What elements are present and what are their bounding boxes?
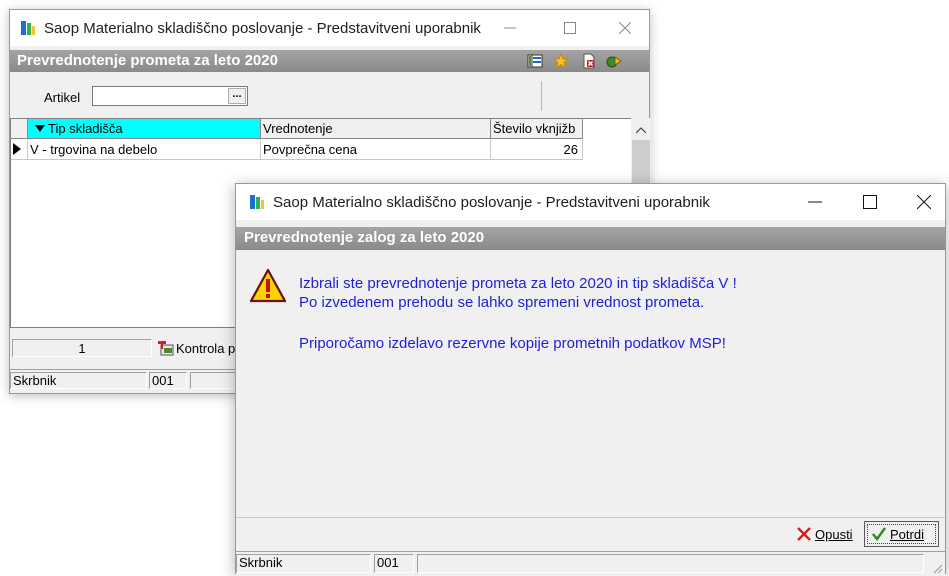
dialog-window-title: Saop Materialno skladiščno poslovanje - … — [273, 194, 710, 211]
toolbar-separator — [541, 81, 542, 111]
dialog-minimize-button[interactable] — [800, 184, 830, 220]
dialog-maximize-button[interactable] — [855, 184, 885, 220]
cell-tip-skladisca[interactable]: V - trgovina na debelo — [28, 140, 261, 160]
message-line-1: Izbrali ste prevrednotenje prometa za le… — [299, 275, 737, 292]
sort-arrow-icon — [35, 125, 45, 132]
column-header-vrednotenje[interactable]: Vrednotenje — [261, 119, 491, 139]
minimize-icon — [504, 27, 516, 29]
resize-grip-icon[interactable] — [931, 562, 943, 574]
maximize-icon — [863, 195, 877, 209]
delete-icon[interactable] — [581, 53, 597, 69]
minimize-icon — [808, 201, 822, 203]
maximize-button[interactable] — [555, 10, 585, 46]
status-user: Skrbnik — [10, 372, 147, 389]
title-bar[interactable]: Saop Materialno skladiščno poslovanje - … — [10, 10, 649, 46]
artikel-input[interactable] — [92, 86, 248, 106]
close-icon — [619, 22, 631, 34]
kontrola-button[interactable]: Kontrola p — [157, 338, 235, 358]
maximize-icon — [564, 22, 576, 34]
column-header-label: Tip skladišča — [48, 121, 123, 136]
column-header-tip-skladisca[interactable]: Tip skladišča — [28, 119, 261, 139]
dialog-status-bar: Skrbnik 001 — [236, 551, 945, 576]
message-line-2: Po izvedenem prehodu se lahko spremeni v… — [299, 294, 705, 311]
cancel-button[interactable]: Opusti — [793, 523, 856, 545]
dialog-title-bar[interactable]: Saop Materialno skladiščno poslovanje - … — [236, 184, 945, 220]
dialog-button-separator — [236, 517, 945, 518]
app-icon — [250, 195, 264, 209]
dialog-close-button[interactable] — [909, 184, 939, 220]
close-button[interactable] — [610, 10, 640, 46]
dialog-header: Prevrednotenje zalog za leto 2020 — [236, 227, 945, 250]
grid-indicator-header — [11, 119, 28, 139]
artikel-label: Artikel — [44, 90, 81, 105]
columns-icon[interactable] — [527, 53, 543, 69]
status-code: 001 — [374, 554, 414, 573]
form-header: Prevrednotenje prometa za leto 2020 — [10, 50, 649, 72]
status-code: 001 — [149, 372, 187, 389]
minimize-button[interactable] — [495, 10, 525, 46]
warning-icon — [249, 268, 287, 303]
close-icon — [917, 195, 931, 209]
focus-rect — [867, 524, 936, 544]
status-empty-panel — [417, 554, 924, 573]
star-icon[interactable] — [553, 53, 569, 69]
form-header-title: Prevrednotenje prometa za leto 2020 — [17, 52, 278, 69]
app-icon — [21, 21, 35, 35]
confirm-dialog: Saop Materialno skladiščno poslovanje - … — [235, 183, 946, 576]
cell-stevilo-vknjizb[interactable]: 26 — [491, 140, 583, 160]
column-header-stevilo-vknjizb[interactable]: Število vknjižb — [491, 119, 583, 139]
kontrola-label: Kontrola p — [176, 340, 236, 356]
row-indicator[interactable] — [11, 140, 28, 160]
kontrola-icon — [158, 341, 174, 356]
confirm-button[interactable]: Potrdi — [864, 521, 939, 547]
record-count: 1 — [12, 339, 152, 357]
export-icon[interactable] — [606, 53, 622, 69]
cancel-x-icon — [797, 527, 811, 541]
message-line-3: Priporočamo izdelavo rezervne kopije pro… — [299, 335, 726, 352]
cell-vrednotenje[interactable]: Povprečna cena — [261, 140, 491, 160]
window-title: Saop Materialno skladiščno poslovanje - … — [44, 20, 481, 37]
status-user: Skrbnik — [236, 554, 371, 573]
artikel-lookup-button[interactable]: ... — [228, 88, 246, 104]
status-empty-panel — [190, 372, 238, 389]
row-pointer-icon — [13, 143, 21, 155]
scroll-up-icon[interactable] — [636, 127, 646, 133]
cancel-label: Opusti — [815, 526, 853, 542]
dialog-header-title: Prevrednotenje zalog za leto 2020 — [244, 229, 485, 246]
